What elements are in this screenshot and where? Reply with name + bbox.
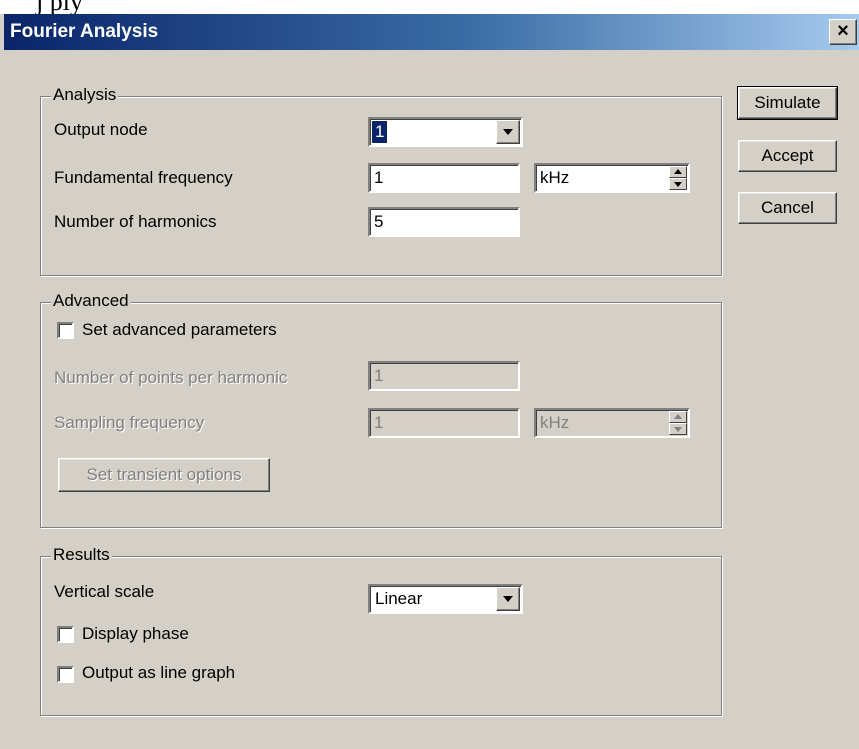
output-node-select[interactable]: 1: [368, 117, 523, 147]
set-transient-options-button[interactable]: Set transient options: [58, 458, 270, 492]
sampling-unit-spinner[interactable]: [669, 411, 687, 435]
chevron-down-icon: [503, 596, 513, 602]
vertical-scale-value: Linear: [375, 589, 423, 608]
cancel-button[interactable]: Cancel: [738, 192, 837, 224]
set-advanced-checkbox[interactable]: [57, 322, 74, 339]
output-node-value: 1: [372, 121, 388, 143]
close-icon: ×: [837, 20, 849, 42]
sampling-frequency-input[interactable]: 1: [368, 408, 520, 438]
spin-up-button[interactable]: [669, 166, 687, 178]
harmonics-label: Number of harmonics: [54, 212, 217, 231]
output-node-dropdown-button[interactable]: [496, 120, 520, 144]
arrow-down-icon: [674, 182, 682, 187]
simulate-button[interactable]: Simulate: [737, 86, 838, 120]
analysis-legend: Analysis: [51, 85, 119, 105]
title-bar[interactable]: Fourier Analysis ×: [4, 14, 859, 50]
line-graph-checkbox[interactable]: [57, 666, 74, 683]
arrow-up-icon: [674, 414, 682, 419]
frequency-unit-spinner[interactable]: [669, 166, 687, 190]
line-graph-label: Output as line graph: [82, 663, 236, 682]
vertical-scale-select[interactable]: Linear: [368, 584, 523, 614]
output-node-label: Output node: [54, 120, 148, 139]
sampling-frequency-label: Sampling frequency: [54, 413, 205, 432]
vertical-scale-label: Vertical scale: [54, 582, 155, 601]
spin-down-button[interactable]: [669, 178, 687, 190]
points-per-harmonic-label: Number of points per harmonic: [54, 368, 288, 387]
window-title: Fourier Analysis: [10, 21, 159, 42]
background-window-text: j ply: [36, 0, 83, 14]
chevron-down-icon: [503, 129, 513, 135]
display-phase-label: Display phase: [82, 624, 189, 643]
results-legend: Results: [51, 545, 112, 565]
sampling-frequency-unit-value: kHz: [540, 413, 570, 432]
close-button[interactable]: ×: [829, 19, 857, 45]
spin-down-button[interactable]: [669, 423, 687, 435]
fundamental-frequency-unit-value: kHz: [540, 168, 570, 187]
advanced-legend: Advanced: [51, 291, 131, 311]
spin-up-button[interactable]: [669, 411, 687, 423]
set-advanced-label: Set advanced parameters: [82, 320, 277, 339]
accept-button[interactable]: Accept: [738, 140, 837, 172]
arrow-up-icon: [674, 169, 682, 174]
arrow-down-icon: [674, 427, 682, 432]
points-per-harmonic-input[interactable]: 1: [368, 361, 520, 391]
fundamental-frequency-label: Fundamental frequency: [54, 168, 233, 187]
fundamental-frequency-input[interactable]: 1: [368, 163, 520, 193]
display-phase-checkbox[interactable]: [57, 626, 74, 643]
fundamental-frequency-unit[interactable]: kHz: [534, 163, 690, 193]
harmonics-input[interactable]: 5: [368, 207, 520, 237]
vertical-scale-dropdown-button[interactable]: [496, 587, 520, 611]
sampling-frequency-unit[interactable]: kHz: [534, 408, 690, 438]
background-window-strip: j ply: [0, 0, 859, 14]
